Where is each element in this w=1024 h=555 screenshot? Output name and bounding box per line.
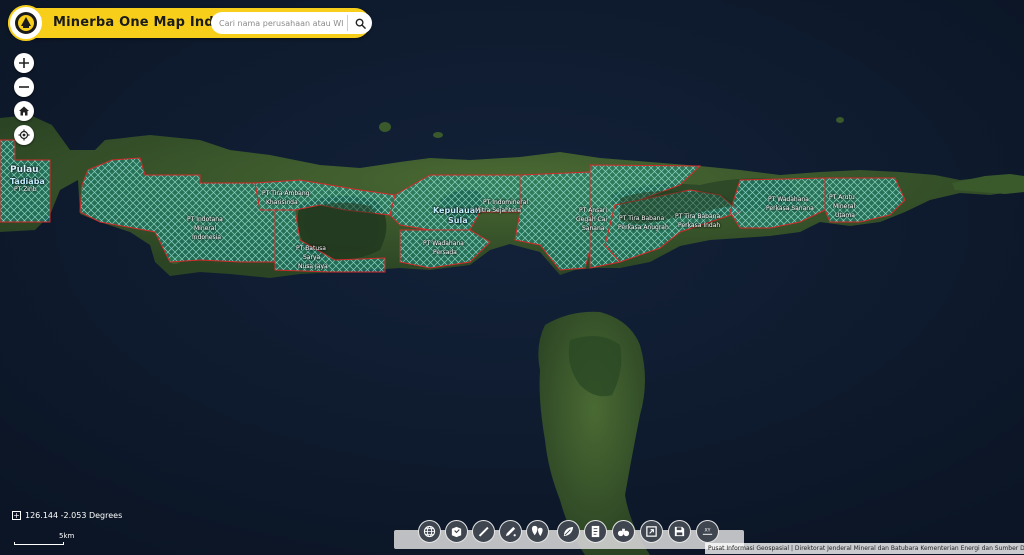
share-icon bbox=[646, 526, 657, 537]
map-label-kepulauan: Kepulauan bbox=[433, 206, 481, 215]
coordinate-readout: + 126.144 -2.053 Degrees bbox=[12, 509, 122, 521]
satellite-imagery bbox=[0, 0, 1024, 555]
map-label-tira2-2: Perkasa Anugrah bbox=[618, 224, 669, 231]
leaf-icon bbox=[563, 526, 574, 537]
measure-tool[interactable] bbox=[472, 520, 495, 543]
save-tool[interactable] bbox=[668, 520, 691, 543]
pencil-icon bbox=[505, 526, 516, 537]
map-label-ansari-1: PT Ansari bbox=[579, 207, 608, 214]
map-label-island-2: Tadiaba bbox=[10, 177, 45, 186]
globe-icon bbox=[423, 525, 436, 538]
map-label-tira-1: PT Tira Ambang bbox=[262, 190, 310, 197]
map-canvas[interactable]: Pulau Tadiaba PT Zinb PT Indotana Minera… bbox=[0, 0, 1024, 555]
map-label-indotan-3: Indonesia bbox=[192, 234, 222, 241]
save-icon bbox=[674, 526, 685, 537]
search-icon bbox=[355, 18, 366, 29]
plus-icon bbox=[19, 58, 29, 68]
layers-icon bbox=[451, 526, 462, 538]
query-tool[interactable] bbox=[557, 520, 580, 543]
map-label-arutu-1: PT Arutu bbox=[829, 194, 855, 201]
map-label-batusa-1: PT Batusa bbox=[296, 245, 326, 252]
map-label-wadah2-1: PT Wadahana bbox=[768, 196, 809, 203]
draw-tool[interactable] bbox=[499, 520, 522, 543]
xy-tool[interactable]: XY bbox=[696, 520, 719, 543]
map-label-indomineral-1: PT Indomineral bbox=[483, 199, 529, 206]
map-label-wadah-2: Persada bbox=[433, 249, 457, 256]
emblem-icon[interactable] bbox=[8, 5, 44, 41]
locate-button[interactable] bbox=[14, 125, 34, 145]
map-label-ansari-3: Sanana bbox=[582, 225, 605, 232]
search-divider bbox=[347, 15, 348, 31]
map-label-tira-2: Kharisinda bbox=[266, 199, 298, 206]
identify-tool[interactable] bbox=[526, 520, 549, 543]
map-label-arutu-2: Mineral bbox=[833, 203, 856, 210]
xy-icon: XY bbox=[702, 528, 713, 535]
map-label-ansari-2: Gegah Cai bbox=[576, 216, 608, 223]
binoculars-icon bbox=[617, 528, 630, 537]
map-label-arutu-3: Utama bbox=[835, 212, 855, 219]
map-label-batusa-3: Nusa Jaya bbox=[298, 263, 328, 270]
map-label-sula: Sula bbox=[448, 216, 468, 225]
zoom-out-button[interactable] bbox=[14, 77, 34, 97]
scale-label: 5km bbox=[59, 532, 75, 540]
layers-tool[interactable] bbox=[445, 520, 468, 543]
map-label-indomineral-2: Mitra Sejahtera bbox=[475, 207, 522, 214]
print-tool[interactable] bbox=[584, 520, 607, 543]
home-icon bbox=[19, 106, 29, 116]
sea bbox=[0, 0, 1024, 555]
analysis-tool[interactable] bbox=[612, 520, 635, 543]
svg-text:XY: XY bbox=[705, 528, 711, 534]
map-label-tira3-1: PT Tira Babana bbox=[675, 213, 721, 220]
map-label-tira2-1: PT Tira Babana bbox=[619, 215, 665, 222]
scale-bar: 5km bbox=[14, 532, 74, 545]
crosshair-icon bbox=[18, 129, 30, 141]
header-bar: Minerba One Map Indonesia bbox=[8, 5, 372, 41]
printer-icon bbox=[591, 525, 600, 538]
map-label-batusa-2: Sarya bbox=[303, 254, 321, 261]
search-box bbox=[211, 12, 372, 34]
basemap-tool[interactable] bbox=[418, 520, 441, 543]
search-input[interactable] bbox=[219, 15, 344, 31]
coordinate-text: 126.144 -2.053 Degrees bbox=[25, 510, 123, 520]
coordinate-toggle-icon[interactable]: + bbox=[12, 510, 21, 520]
map-pin-icon bbox=[531, 525, 543, 537]
ruler-icon bbox=[478, 526, 489, 537]
home-button[interactable] bbox=[14, 101, 34, 121]
share-tool[interactable] bbox=[640, 520, 663, 543]
map-label-wadah-1: PT Wadahana bbox=[423, 240, 464, 247]
map-label-concession-west: PT Zinb bbox=[14, 186, 37, 193]
map-label-indotan-2: Mineral bbox=[194, 225, 217, 232]
map-label-island: Pulau bbox=[10, 165, 39, 175]
zoom-in-button[interactable] bbox=[14, 53, 34, 73]
map-label-wadah2-2: Perkasa Sanana bbox=[766, 205, 814, 212]
map-label-tira3-2: Perkasa Indah bbox=[678, 222, 721, 229]
scale-line bbox=[14, 542, 64, 545]
attribution-text: Pusat Informasi Geospasial | Direktorat … bbox=[705, 543, 1024, 554]
search-button[interactable] bbox=[350, 13, 370, 33]
minus-icon bbox=[19, 86, 29, 88]
map-label-indotan-1: PT Indotana bbox=[187, 216, 223, 223]
